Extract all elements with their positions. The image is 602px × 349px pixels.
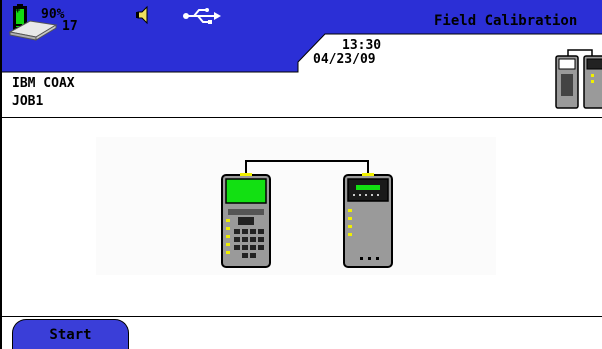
remote-unit-device	[343, 173, 393, 268]
usb-icon	[183, 8, 221, 24]
softkey-divider	[2, 316, 602, 317]
speaker-icon[interactable]	[135, 5, 151, 25]
storage-count: 17	[62, 19, 78, 34]
header-divider	[2, 117, 602, 118]
job-cable-type: IBM COAX	[12, 76, 75, 91]
connected-devices-icon	[555, 49, 602, 109]
storage-disk-icon	[8, 20, 58, 41]
clock-time: 13:30	[342, 38, 382, 53]
status-bar	[2, 0, 602, 73]
start-button[interactable]: Start	[12, 319, 129, 349]
main-unit-device	[221, 173, 271, 268]
device-screen: + 90% 17 Field Calibration 13:30 04/23/0…	[0, 0, 602, 349]
clock-date: 04/23/09	[313, 52, 376, 67]
page-title: Field Calibration	[434, 13, 578, 29]
job-name: JOB1	[12, 94, 44, 109]
field-calibration-diagram	[221, 160, 393, 268]
start-button-label: Start	[49, 326, 92, 343]
